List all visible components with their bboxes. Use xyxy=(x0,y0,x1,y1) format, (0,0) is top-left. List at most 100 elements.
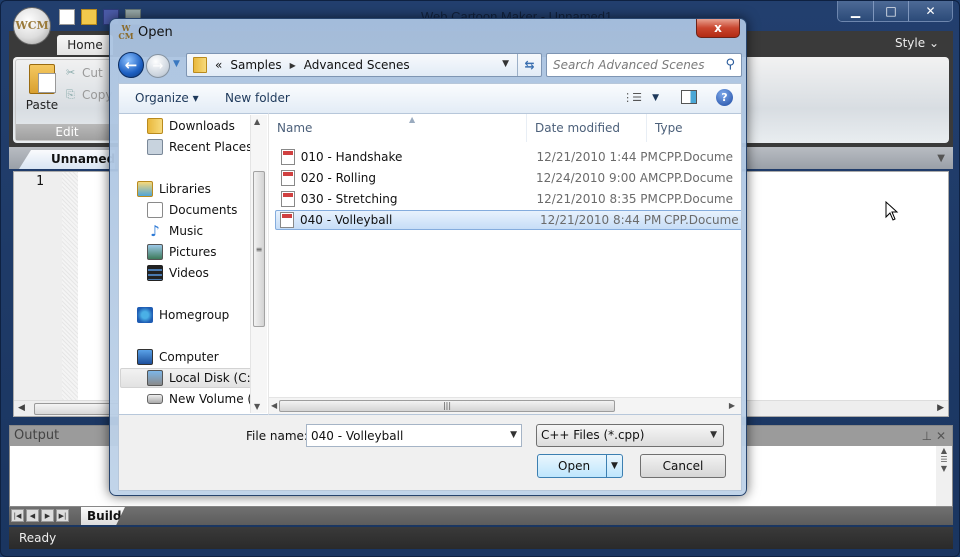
scroll-right-icon[interactable]: ▶ xyxy=(937,403,944,413)
paste-label: Paste xyxy=(25,98,59,112)
clipboard-icon xyxy=(29,64,56,94)
cpp-document-icon xyxy=(281,191,295,207)
scroll-left-icon[interactable]: ◀ xyxy=(271,401,277,410)
tab-build[interactable]: Build xyxy=(81,507,125,525)
views-icon[interactable]: ⋮☰ xyxy=(622,91,642,104)
nav-pane-scrollbar[interactable]: ▲ ≡ ▼ xyxy=(250,115,267,413)
file-type: CPP.Docume xyxy=(664,213,739,227)
scroll-up-icon[interactable]: ▲ xyxy=(254,117,260,126)
nav-scroll-thumb[interactable]: ≡ xyxy=(253,171,265,327)
nav-item-local-disk[interactable]: Local Disk (C:) xyxy=(120,368,258,388)
app-logo-orb[interactable]: WCM xyxy=(13,7,51,45)
computer-icon xyxy=(137,349,153,365)
pin-icon[interactable]: ⊥ xyxy=(922,429,932,443)
search-icon[interactable]: ⚲ xyxy=(725,57,735,72)
open-dialog: W CM Open x ← → ▼ « Samples ▶ Advanced Sc… xyxy=(109,18,747,496)
style-menu[interactable]: Style ⌄ xyxy=(895,36,939,50)
address-dropdown-icon[interactable]: ▼ xyxy=(502,59,509,69)
copy-button[interactable]: ⎘ Copy xyxy=(66,88,112,102)
scissors-icon: ✂ xyxy=(66,66,76,79)
dialog-close-button[interactable]: x xyxy=(696,19,740,38)
file-type-filter[interactable]: C++ Files (*.cpp) ▼ xyxy=(536,424,724,447)
preview-pane-icon[interactable] xyxy=(681,90,697,104)
nav-item-computer[interactable]: Computer xyxy=(137,347,219,367)
file-name: 030 - Stretching xyxy=(300,192,398,206)
nav-item-homegroup[interactable]: Homegroup xyxy=(137,305,229,325)
line-number: 1 xyxy=(36,174,44,189)
file-row[interactable]: 010 - Handshake 12/21/2010 1:44 PM CPP.D… xyxy=(277,147,733,167)
output-controls: ⊥ ✕ xyxy=(922,426,946,446)
breadcrumb-advanced-scenes[interactable]: Advanced Scenes xyxy=(304,58,410,72)
new-folder-button[interactable]: New folder xyxy=(225,91,290,105)
file-type: CPP.Docume xyxy=(658,150,733,164)
dialog-app-icon: W CM xyxy=(118,23,134,41)
minimize-button[interactable]: ▁ xyxy=(838,1,873,21)
column-header-type[interactable]: Type xyxy=(647,114,741,142)
output-tabs: |◀ ◀ ▶ ▶| Build xyxy=(9,507,953,525)
nav-label: Homegroup xyxy=(159,308,230,322)
file-list-horizontal-scrollbar[interactable]: ◀ ||| ▶ xyxy=(269,397,741,414)
cpp-document-icon xyxy=(281,149,295,165)
breadcrumb-overflow[interactable]: « xyxy=(215,58,222,72)
refresh-icon[interactable]: ⇆ xyxy=(517,54,541,76)
nav-item-music[interactable]: ♪ Music xyxy=(147,221,203,241)
mouse-cursor-icon xyxy=(885,201,899,221)
scroll-right-icon[interactable]: ▶ xyxy=(729,401,735,410)
column-header-name[interactable]: Name ▲ xyxy=(269,114,527,142)
breadcrumb-separator-icon[interactable]: ▶ xyxy=(290,61,296,70)
new-file-icon[interactable] xyxy=(59,9,75,25)
output-close-icon[interactable]: ✕ xyxy=(936,429,946,443)
nav-item-recent-places[interactable]: Recent Places xyxy=(147,137,252,157)
paste-button[interactable]: Paste xyxy=(22,64,62,120)
nav-item-downloads[interactable]: Downloads xyxy=(147,116,235,136)
document-tab-unnamed1[interactable]: Unnamed1 xyxy=(19,150,115,169)
file-row[interactable]: 020 - Rolling 12/24/2010 9:00 AM CPP.Doc… xyxy=(277,168,733,188)
file-name-label: File name: xyxy=(246,429,308,443)
file-type: CPP.Docume xyxy=(658,192,733,206)
recent-locations-icon[interactable]: ▼ xyxy=(173,59,180,69)
organize-button[interactable]: Organize ▾ xyxy=(135,91,199,105)
open-folder-icon[interactable] xyxy=(81,9,97,25)
first-tab-button[interactable]: |◀ xyxy=(11,509,24,522)
maximize-button[interactable]: □ xyxy=(873,1,908,21)
copy-icon: ⎘ xyxy=(66,88,75,101)
breadcrumb-samples[interactable]: Samples xyxy=(230,58,281,72)
file-name-combobox: ▼ xyxy=(306,424,522,447)
nav-item-videos[interactable]: Videos xyxy=(147,263,209,283)
scroll-left-icon[interactable]: ◀ xyxy=(18,403,25,413)
nav-label: Documents xyxy=(169,203,238,217)
back-button[interactable]: ← xyxy=(118,52,144,78)
nav-item-pictures[interactable]: Pictures xyxy=(147,242,217,262)
file-name-input[interactable] xyxy=(307,425,497,446)
output-vertical-scrollbar[interactable]: ▲ ☰ ▼ xyxy=(936,446,952,506)
scroll-down-icon[interactable]: ▼ xyxy=(254,402,260,411)
copy-label: Copy xyxy=(82,88,113,102)
address-bar[interactable]: « Samples ▶ Advanced Scenes ▼ ⇆ xyxy=(186,53,542,77)
file-scroll-thumb[interactable]: ||| xyxy=(279,400,615,412)
prev-tab-button[interactable]: ◀ xyxy=(26,509,39,522)
forward-button[interactable]: → xyxy=(146,54,170,78)
next-tab-button[interactable]: ▶ xyxy=(41,509,54,522)
cancel-button[interactable]: Cancel xyxy=(640,454,726,478)
last-tab-button[interactable]: ▶| xyxy=(56,509,69,522)
file-row-selected[interactable]: 040 - Volleyball 12/21/2010 8:44 PM CPP.… xyxy=(275,210,741,230)
recent-places-icon xyxy=(147,139,163,155)
close-button[interactable]: ✕ xyxy=(908,1,952,21)
nav-item-libraries[interactable]: Libraries xyxy=(137,179,211,199)
open-options-dropdown-icon[interactable]: ▼ xyxy=(606,455,622,477)
search-input[interactable] xyxy=(547,54,717,76)
open-button[interactable]: Open ▼ xyxy=(537,454,623,478)
nav-item-new-volume[interactable]: New Volume (E: xyxy=(147,389,264,409)
tabs-dropdown-icon[interactable]: ▼ xyxy=(937,153,945,164)
tab-home[interactable]: Home xyxy=(57,35,113,55)
file-row[interactable]: 030 - Stretching 12/21/2010 8:35 PM CPP.… xyxy=(277,189,733,209)
file-date: 12/21/2010 1:44 PM xyxy=(536,150,658,164)
file-type-filter-value: C++ Files (*.cpp) xyxy=(541,428,645,442)
column-name-label: Name xyxy=(277,121,313,135)
nav-item-documents[interactable]: Documents xyxy=(147,200,237,220)
file-name-dropdown-icon[interactable]: ▼ xyxy=(510,430,517,440)
views-dropdown-icon[interactable]: ▼ xyxy=(652,93,659,103)
column-header-date[interactable]: Date modified xyxy=(527,114,647,142)
cut-button[interactable]: ✂ Cut xyxy=(66,66,103,80)
help-icon[interactable]: ? xyxy=(716,89,733,106)
